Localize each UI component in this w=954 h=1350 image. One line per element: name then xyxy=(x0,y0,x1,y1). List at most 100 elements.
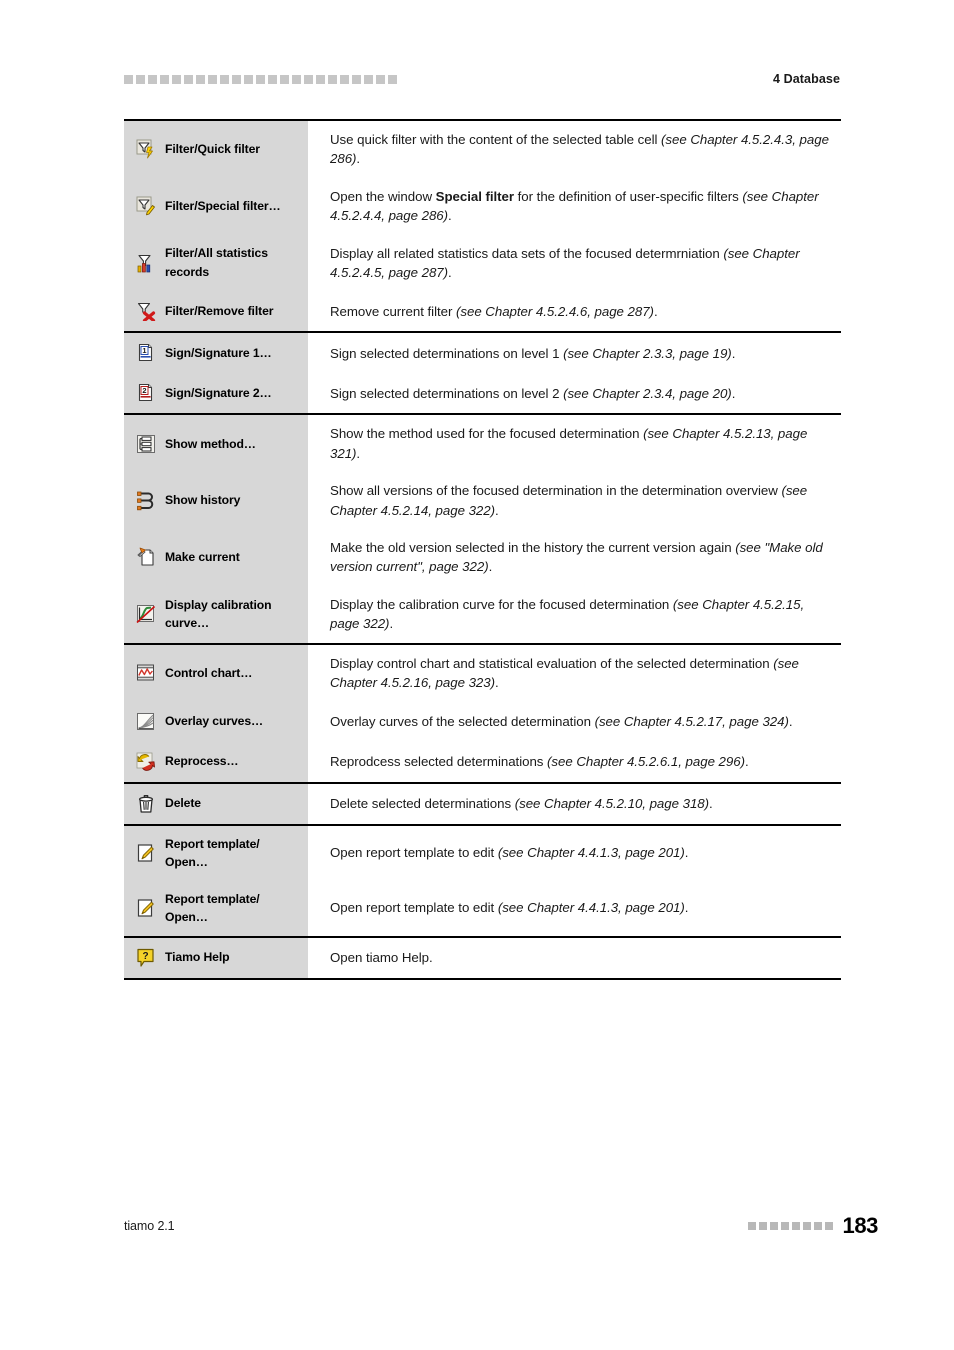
table-group: Delete Delete selected determinations (se… xyxy=(124,783,841,826)
description-tail: . xyxy=(356,445,361,461)
command-description: Make the old version selected in the his… xyxy=(330,538,835,577)
table-row: Control chart… Display control chart and … xyxy=(124,644,841,702)
command-label-cell: Show history xyxy=(124,472,308,530)
table-row: ? Tiamo Help Open tiamo Help. xyxy=(124,937,841,978)
command-label-cell: 1 Sign/Signature 1… xyxy=(124,333,308,374)
signature-1-icon: 1 xyxy=(136,343,156,363)
description-text: Use quick filter with the content of the… xyxy=(330,132,662,147)
command-description: Show all versions of the focused determi… xyxy=(330,481,835,520)
command-description-cell: Reprodcess selected determinations (see … xyxy=(308,741,841,782)
footer-page-block: 183 xyxy=(748,1213,878,1239)
description-reference: (see Chapter 4.4.1.3, page 201) xyxy=(497,845,685,861)
command-description-cell: Use quick filter with the content of the… xyxy=(308,121,841,178)
filter-remove-icon xyxy=(136,301,156,322)
description-reference: (see Chapter 4.4.1.3, page 201) xyxy=(497,900,685,916)
description-text: Open report template to edit xyxy=(330,900,498,916)
command-description: Use quick filter with the content of the… xyxy=(330,130,835,169)
running-footer: tiamo 2.1 183 xyxy=(124,1213,878,1239)
command-description-cell: Open tiamo Help. xyxy=(308,937,841,978)
command-description-cell: Sign selected determinations on level 1 … xyxy=(308,333,841,374)
table-row: Make current Make the old version selecte… xyxy=(124,529,841,586)
command-description-cell: Overlay curves of the selected determina… xyxy=(308,701,841,742)
command-label-cell: Report template/ Open… xyxy=(124,880,308,936)
description-tail: . xyxy=(709,795,713,811)
filter-special-icon xyxy=(136,196,156,216)
reprocess-icon xyxy=(136,752,156,772)
show-method-icon xyxy=(136,434,156,454)
table-group: Control chart… Display control chart and … xyxy=(124,644,841,784)
command-label-cell: Filter/Quick filter xyxy=(124,121,308,178)
command-label: Show method… xyxy=(165,436,256,451)
table-group: ? Tiamo Help Open tiamo Help. xyxy=(124,937,841,978)
command-description: Display the calibration curve for the fo… xyxy=(330,595,835,634)
description-text: Open report template to edit xyxy=(330,845,498,861)
command-label-cell: Filter/Special filter… xyxy=(124,177,308,235)
shortcuts-table: Filter/Quick filter Use quick filter with… xyxy=(124,119,841,980)
report-template-open-icon xyxy=(136,898,156,918)
delete-icon xyxy=(136,794,156,814)
command-description-cell: Open report template to edit (see Chapte… xyxy=(308,880,841,936)
svg-text:1: 1 xyxy=(142,347,146,356)
command-label: Sign/Signature 1… xyxy=(165,346,272,361)
command-label: Report template/ Open… xyxy=(165,836,260,870)
command-label-cell: ? Tiamo Help xyxy=(124,937,308,978)
page-number: 183 xyxy=(842,1213,878,1238)
svg-text:?: ? xyxy=(142,951,148,962)
command-description: Open tiamo Help. xyxy=(330,948,433,967)
description-text: Reprodcess selected determinations xyxy=(330,753,548,769)
description-text: Show the method used for the focused det… xyxy=(330,426,644,442)
command-label: Overlay curves… xyxy=(165,714,264,729)
command-description: Open report template to edit (see Chapte… xyxy=(330,898,688,917)
description-tail: . xyxy=(731,385,736,401)
command-description-cell: Delete selected determinations (see Chap… xyxy=(308,783,841,824)
svg-text:2: 2 xyxy=(142,387,146,396)
description-reference: (see Chapter 4.5.2.10, page 318) xyxy=(514,795,710,811)
table-row: Report template/ Open… Open report templa… xyxy=(124,825,841,881)
description-reference: (see Chapter 4.5.2.6.1, page 296) xyxy=(547,753,745,769)
table-row: 1 Sign/Signature 1… Sign selected determin… xyxy=(124,333,841,374)
command-label: Report template/ Open… xyxy=(165,891,260,925)
table-row: Overlay curves… Overlay curves of the sel… xyxy=(124,701,841,742)
command-label-cell: Show method… xyxy=(124,415,308,473)
command-label-cell: Make current xyxy=(124,529,308,586)
description-tail: . xyxy=(788,713,793,729)
description-tail: . xyxy=(684,900,689,916)
table-row: Show method… Show the method used for the… xyxy=(124,415,841,473)
description-reference: (see Chapter 2.3.4, page 20) xyxy=(563,385,732,401)
description-tail: . xyxy=(448,208,452,224)
command-description: Open the window Special filter for the d… xyxy=(330,187,835,226)
command-label-cell: Overlay curves… xyxy=(124,701,308,742)
command-label: Control chart… xyxy=(165,665,253,680)
table-row: Filter/Quick filter Use quick filter with… xyxy=(124,121,841,178)
show-history-icon xyxy=(136,491,156,511)
footer-marker-squares xyxy=(748,1222,834,1230)
description-tail: . xyxy=(744,753,749,769)
description-text: Make the old version selected in the his… xyxy=(330,540,736,556)
command-label: Filter/Remove filter xyxy=(165,304,274,319)
command-label: Make current xyxy=(165,550,240,565)
command-label: Delete xyxy=(165,796,201,811)
table-row: Show history Show all versions of the foc… xyxy=(124,472,841,530)
description-reference: (see Chapter 4.5.2.4.6, page 287) xyxy=(456,303,654,319)
table-row: Report template/ Open… Open report templa… xyxy=(124,880,841,936)
description-tail: . xyxy=(495,675,499,691)
table-row: Filter/Special filter… Open the window Sp… xyxy=(124,177,841,235)
filter-statistics-icon xyxy=(136,253,156,273)
command-label: Display calibration curve… xyxy=(165,597,272,631)
command-description-cell: Remove current filter (see Chapter 4.5.2… xyxy=(308,291,841,332)
command-description: Remove current filter (see Chapter 4.5.2… xyxy=(330,302,658,321)
filter-quick-icon xyxy=(136,139,156,159)
description-tail: . xyxy=(389,616,394,632)
command-description: Display all related statistics data sets… xyxy=(330,244,835,283)
description-tail: . xyxy=(488,559,493,575)
command-description-cell: Sign selected determinations on level 2 … xyxy=(308,373,841,414)
table-row: Filter/All statistics records Display all… xyxy=(124,234,841,292)
report-template-open-icon xyxy=(136,843,156,863)
command-label-cell: Display calibration curve… xyxy=(124,585,308,643)
command-label-cell: Delete xyxy=(124,783,308,824)
command-label: Tiamo Help xyxy=(165,950,230,965)
command-label: Filter/Quick filter xyxy=(165,142,260,157)
description-tail: . xyxy=(495,502,499,518)
command-label: Filter/Special filter… xyxy=(165,198,281,213)
description-text: Display all related statistics data sets… xyxy=(330,245,724,261)
